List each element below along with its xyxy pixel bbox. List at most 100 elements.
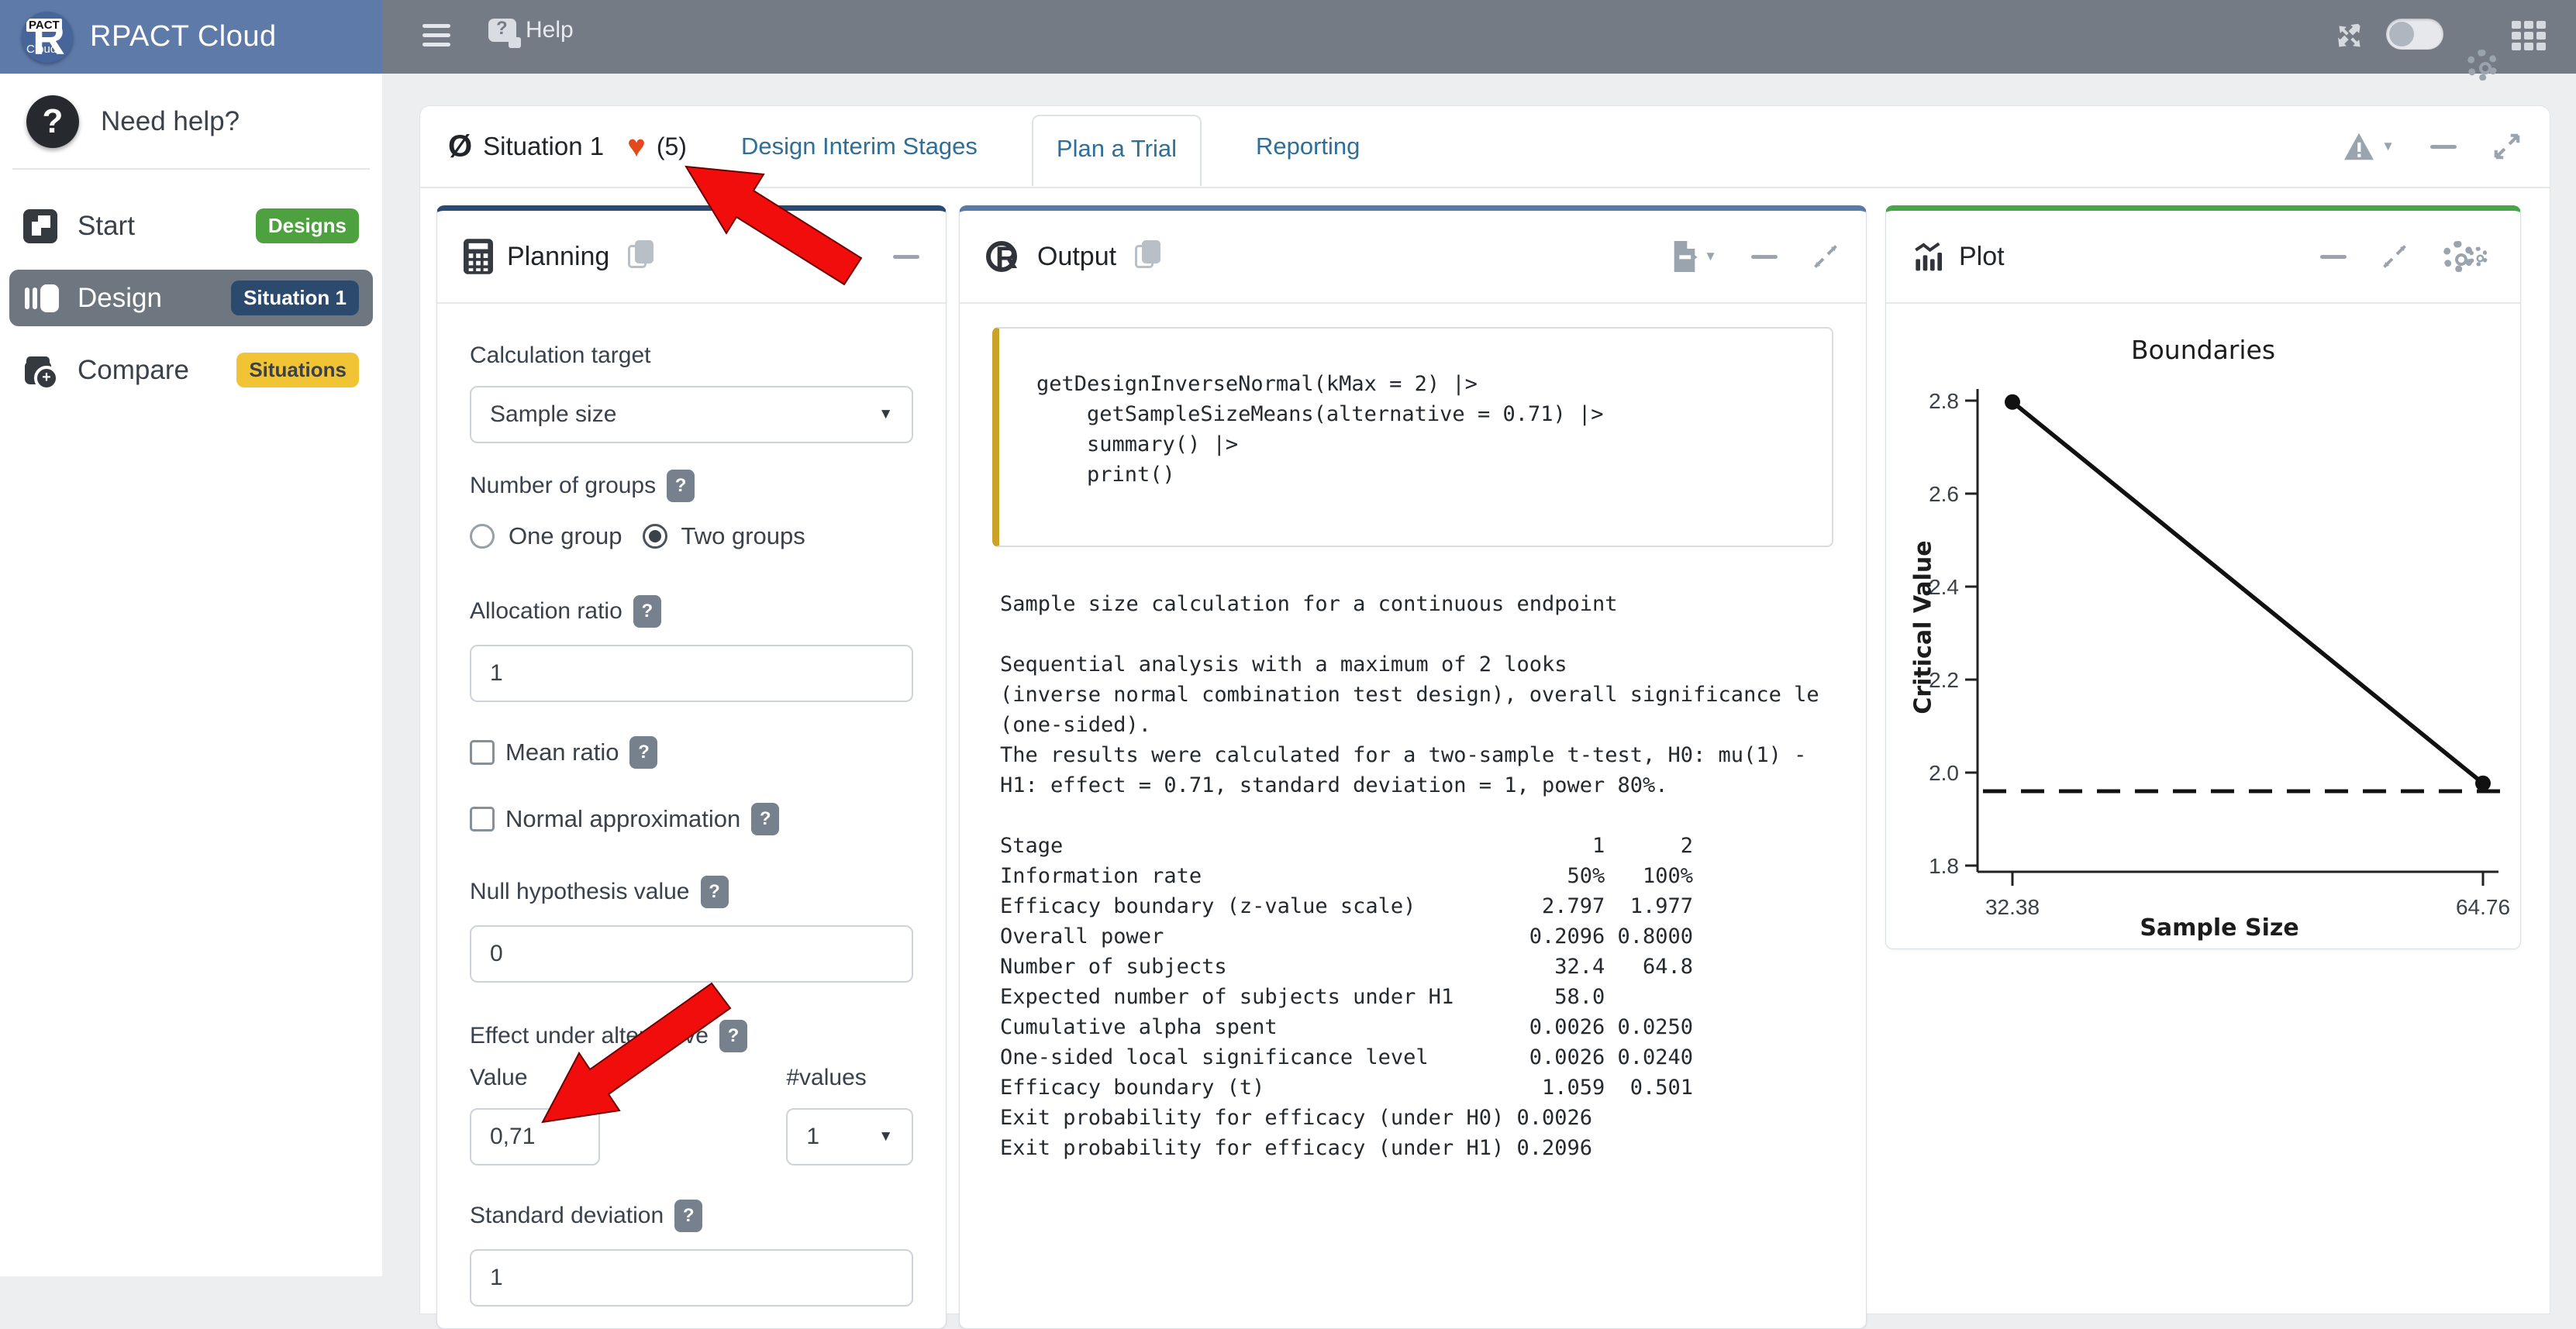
normal-approximation-row: Normal approximation ? [470,803,913,835]
svg-text:2.0: 2.0 [1929,761,1959,785]
expand-icon[interactable] [2381,243,2409,270]
standard-deviation-input[interactable]: 1 [470,1249,913,1307]
x-axis-label: Sample Size [1933,914,2506,942]
need-help-label: Need help? [101,106,240,137]
help-menu-item[interactable]: Help [488,17,574,43]
sidebar-item-compare[interactable]: Compare Situations [9,342,373,398]
copy-icon[interactable] [628,245,647,268]
need-help-item[interactable]: ? Need help? [0,74,382,168]
num-values-label: #values [786,1065,913,1091]
r-logo-icon: R [986,239,1023,274]
designs-badge: Designs [256,208,359,243]
apps-grid-icon[interactable] [2512,21,2546,50]
r-code-block: getDesignInverseNormal(kMax = 2) |> getS… [992,327,1833,547]
mean-ratio-row: Mean ratio ? [470,736,913,769]
output-panel-header: R Output ▼ [960,211,1866,304]
fullscreen-arrows-icon[interactable] [2332,19,2367,54]
question-mark-icon: ? [26,95,79,148]
null-hypothesis-label: Null hypothesis value? [470,876,913,908]
slash-circle-icon: Ø [448,129,472,164]
chart-icon [1912,241,1945,272]
output-title: Output [1037,242,1116,272]
allocation-ratio-label: Allocation ratio? [470,595,913,628]
caret-down-icon: ▼ [1704,249,1717,264]
radio-two-groups[interactable] [643,524,667,549]
svg-text:1.8: 1.8 [1929,854,1959,878]
value-label: Value [470,1065,600,1091]
plot-title: Plot [1959,242,2005,272]
result-text: Sample size calculation for a continuous… [1000,589,1858,1163]
collapse-icon[interactable] [2430,145,2457,149]
sidebar-divider [12,168,370,170]
copy-icon[interactable] [1135,245,1154,268]
mean-ratio-checkbox[interactable] [470,740,495,765]
effect-under-alternative-label: Effect under alternative? [470,1020,913,1052]
output-result: Sample size calculation for a continuous… [1000,589,1858,1163]
brand-header: R PACT Cloud RPACT Cloud [0,0,382,74]
sidebar: ? Need help? Start Designs Design Situat… [0,74,382,1276]
radio-one-group[interactable] [470,524,495,549]
help-chat-icon [488,19,516,42]
planning-title: Planning [507,242,609,272]
plot-settings-gears-icon[interactable] [2443,241,2494,272]
top-bar: R PACT Cloud RPACT Cloud Help [0,0,2576,74]
boundaries-chart: Boundaries Critical Value Sample Size 1.… [1886,304,2520,947]
tab-plan-a-trial[interactable]: Plan a Trial [1032,115,1202,186]
rpact-logo-icon: R PACT Cloud [22,12,73,63]
tab-reporting[interactable]: Reporting [1256,133,1360,160]
sidebar-item-start[interactable]: Start Designs [9,198,373,254]
planning-panel-header: Planning [437,211,946,304]
null-hypothesis-input[interactable]: 0 [470,925,913,983]
effect-value-input[interactable]: 0,71 [470,1108,600,1165]
planning-panel: Planning Calculation target Sample size … [436,205,947,1329]
svg-text:2.8: 2.8 [1929,389,1959,413]
hamburger-menu-icon[interactable] [422,24,453,50]
help-badge-icon[interactable]: ? [751,803,779,835]
export-dropdown[interactable]: ▼ [1671,241,1717,272]
num-values-select[interactable]: 1 ▼ [786,1108,913,1165]
design-icon [23,281,57,315]
calculation-target-label: Calculation target [470,343,913,369]
calculator-icon [464,239,493,274]
warning-triangle-icon [2343,132,2375,161]
heart-icon[interactable]: ♥ [627,129,646,164]
svg-text:2.6: 2.6 [1929,482,1959,506]
compare-icon [23,353,57,387]
r-code: getDesignInverseNormal(kMax = 2) |> getS… [1036,369,1816,490]
warnings-dropdown[interactable]: ▼ [2343,132,2395,161]
number-of-groups-label: Number of groups? [470,470,913,502]
tab-row: Ø Situation 1 ♥ (5) Design Interim Stage… [420,106,2550,188]
help-badge-icon[interactable]: ? [719,1020,747,1052]
chart-canvas: 1.82.02.22.42.62.832.3864.76 [1886,304,2520,947]
collapse-icon[interactable] [2320,255,2347,259]
help-badge-icon[interactable]: ? [674,1200,702,1232]
allocation-ratio-input[interactable]: 1 [470,645,913,702]
standard-deviation-label: Standard deviation? [470,1200,913,1232]
expand-icon[interactable] [2492,132,2522,161]
tab-situation-1[interactable]: Ø Situation 1 ♥ (5) [448,129,687,164]
calculation-target-select[interactable]: Sample size ▼ [470,386,913,443]
collapse-icon[interactable] [1751,255,1778,259]
help-badge-icon[interactable]: ? [629,736,657,769]
plot-panel: Plot Boundaries Critical Value Sample Si… [1885,205,2521,949]
favorites-count: (5) [657,133,687,161]
chevron-down-icon: ▼ [878,406,893,423]
normal-approximation-checkbox[interactable] [470,807,495,831]
dark-mode-toggle[interactable] [2386,19,2443,50]
output-panel: R Output ▼ getDesignInverseNormal(kMax =… [959,205,1867,1329]
help-badge-icon[interactable]: ? [701,876,729,908]
help-badge-icon[interactable]: ? [633,595,661,628]
wrench-icon[interactable] [833,243,859,270]
expand-icon[interactable] [1812,243,1840,270]
sidebar-item-design[interactable]: Design Situation 1 [9,270,373,326]
settings-gear-icon[interactable] [2467,50,2498,81]
app-title: RPACT Cloud [90,20,277,53]
caret-down-icon: ▼ [2381,139,2395,154]
collapse-icon[interactable] [893,255,919,259]
tab-design-interim-stages[interactable]: Design Interim Stages [741,133,978,160]
situations-badge: Situations [236,353,359,387]
help-badge-icon[interactable]: ? [667,470,695,502]
start-icon [23,209,57,243]
chevron-down-icon: ▼ [878,1128,893,1145]
chart-title: Boundaries [1886,335,2520,365]
